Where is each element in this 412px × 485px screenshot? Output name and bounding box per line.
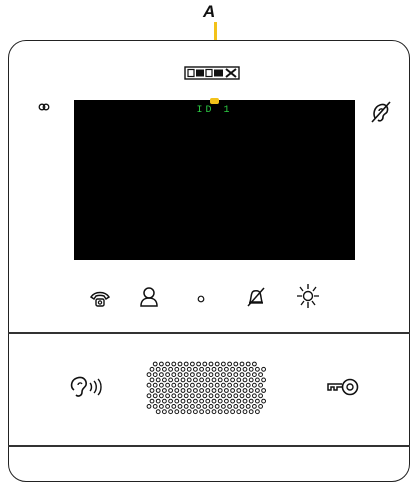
display-screen: ID 1	[74, 100, 355, 260]
audio-call-icon[interactable]	[68, 374, 104, 400]
handset-icon[interactable]	[89, 290, 111, 308]
annotation-pointer	[210, 98, 219, 104]
panel-divider-lower	[8, 445, 410, 447]
mute-bell-icon[interactable]	[246, 286, 266, 308]
panel-divider-upper	[8, 332, 410, 334]
hearing-aid-icon	[370, 100, 392, 124]
light-icon[interactable]	[296, 283, 320, 309]
brand-logo	[184, 66, 240, 80]
annotation-letter: A	[203, 2, 216, 21]
person-icon[interactable]	[139, 286, 159, 308]
led-indicator-icon	[38, 103, 50, 111]
door-key-icon[interactable]	[326, 376, 360, 398]
screen-id-label: ID 1	[196, 105, 233, 116]
speaker-grille	[143, 360, 269, 416]
center-dot-icon	[197, 295, 205, 303]
